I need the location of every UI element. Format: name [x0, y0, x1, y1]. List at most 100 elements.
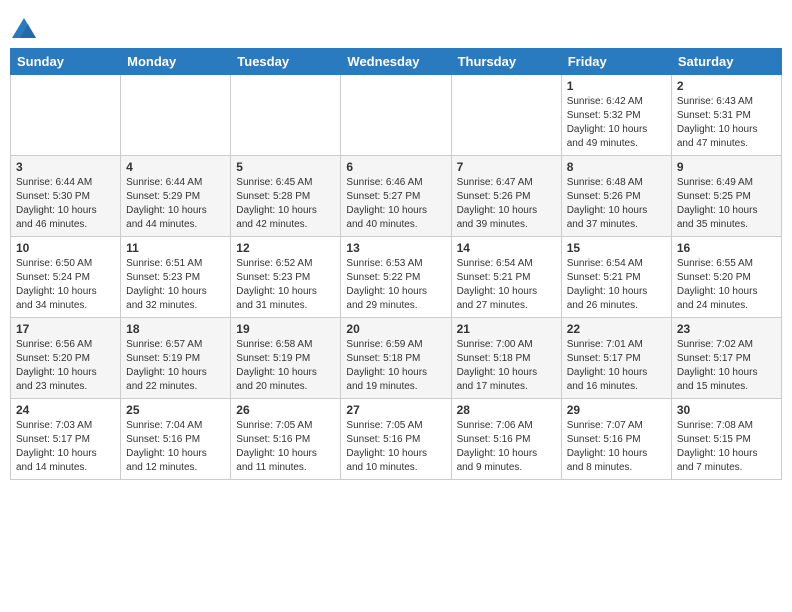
calendar-week-row: 17 Sunrise: 6:56 AM Sunset: 5:20 PM Dayli… [11, 318, 782, 399]
calendar-cell [11, 75, 121, 156]
weekday-header-thursday: Thursday [451, 49, 561, 75]
logo-icon [10, 16, 38, 44]
weekday-header-row: SundayMondayTuesdayWednesdayThursdayFrid… [11, 49, 782, 75]
day-number: 4 [126, 160, 225, 174]
calendar-cell: 26 Sunrise: 7:05 AM Sunset: 5:16 PM Dayli… [231, 399, 341, 480]
day-number: 5 [236, 160, 335, 174]
calendar-body: 1Sunrise: 6:42 AM Sunset: 5:32 PM Daylig… [11, 75, 782, 480]
day-info: Sunrise: 6:43 AM Sunset: 5:31 PM Dayligh… [677, 95, 776, 151]
calendar-cell: 11 Sunrise: 6:51 AM Sunset: 5:23 PM Dayli… [121, 237, 231, 318]
calendar-cell: 3Sunrise: 6:44 AM Sunset: 5:30 PM Daylig… [11, 156, 121, 237]
day-number: 26 [236, 403, 335, 417]
calendar-cell: 16 Sunrise: 6:55 AM Sunset: 5:20 PM Dayli… [671, 237, 781, 318]
calendar-cell: 2 Sunrise: 6:43 AM Sunset: 5:31 PM Daylig… [671, 75, 781, 156]
day-number: 2 [677, 79, 776, 93]
calendar-cell: 5 Sunrise: 6:45 AM Sunset: 5:28 PM Daylig… [231, 156, 341, 237]
day-info: Sunrise: 7:08 AM Sunset: 5:15 PM Dayligh… [677, 419, 776, 475]
calendar-cell [121, 75, 231, 156]
calendar-cell: 10 Sunrise: 6:50 AM Sunset: 5:24 PM Dayli… [11, 237, 121, 318]
day-info: Sunrise: 6:55 AM Sunset: 5:20 PM Dayligh… [677, 257, 776, 313]
weekday-header-friday: Friday [561, 49, 671, 75]
calendar-cell: 4 Sunrise: 6:44 AM Sunset: 5:29 PM Daylig… [121, 156, 231, 237]
day-info: Sunrise: 6:45 AM Sunset: 5:28 PM Dayligh… [236, 176, 335, 232]
day-info: Sunrise: 7:00 AM Sunset: 5:18 PM Dayligh… [457, 338, 556, 394]
day-number: 13 [346, 241, 445, 255]
day-number: 16 [677, 241, 776, 255]
day-info: Sunrise: 6:48 AM Sunset: 5:26 PM Dayligh… [567, 176, 666, 232]
calendar-week-row: 24Sunrise: 7:03 AM Sunset: 5:17 PM Dayli… [11, 399, 782, 480]
day-info: Sunrise: 7:07 AM Sunset: 5:16 PM Dayligh… [567, 419, 666, 475]
day-number: 29 [567, 403, 666, 417]
day-number: 17 [16, 322, 115, 336]
weekday-header-saturday: Saturday [671, 49, 781, 75]
calendar-table: SundayMondayTuesdayWednesdayThursdayFrid… [10, 48, 782, 480]
day-number: 21 [457, 322, 556, 336]
day-number: 30 [677, 403, 776, 417]
calendar-cell: 18 Sunrise: 6:57 AM Sunset: 5:19 PM Dayli… [121, 318, 231, 399]
weekday-header-monday: Monday [121, 49, 231, 75]
calendar-header: SundayMondayTuesdayWednesdayThursdayFrid… [11, 49, 782, 75]
day-info: Sunrise: 7:04 AM Sunset: 5:16 PM Dayligh… [126, 419, 225, 475]
calendar-cell: 14 Sunrise: 6:54 AM Sunset: 5:21 PM Dayli… [451, 237, 561, 318]
day-info: Sunrise: 6:46 AM Sunset: 5:27 PM Dayligh… [346, 176, 445, 232]
day-info: Sunrise: 7:05 AM Sunset: 5:16 PM Dayligh… [346, 419, 445, 475]
day-number: 7 [457, 160, 556, 174]
weekday-header-wednesday: Wednesday [341, 49, 451, 75]
day-info: Sunrise: 6:44 AM Sunset: 5:29 PM Dayligh… [126, 176, 225, 232]
day-number: 27 [346, 403, 445, 417]
day-info: Sunrise: 6:50 AM Sunset: 5:24 PM Dayligh… [16, 257, 115, 313]
day-number: 10 [16, 241, 115, 255]
day-info: Sunrise: 6:49 AM Sunset: 5:25 PM Dayligh… [677, 176, 776, 232]
day-number: 12 [236, 241, 335, 255]
day-number: 6 [346, 160, 445, 174]
day-info: Sunrise: 7:01 AM Sunset: 5:17 PM Dayligh… [567, 338, 666, 394]
day-number: 20 [346, 322, 445, 336]
day-number: 23 [677, 322, 776, 336]
calendar-cell: 28 Sunrise: 7:06 AM Sunset: 5:16 PM Dayli… [451, 399, 561, 480]
day-info: Sunrise: 6:52 AM Sunset: 5:23 PM Dayligh… [236, 257, 335, 313]
calendar-cell: 6 Sunrise: 6:46 AM Sunset: 5:27 PM Daylig… [341, 156, 451, 237]
calendar-cell: 17 Sunrise: 6:56 AM Sunset: 5:20 PM Dayli… [11, 318, 121, 399]
day-number: 24 [16, 403, 115, 417]
calendar-cell: 23 Sunrise: 7:02 AM Sunset: 5:17 PM Dayli… [671, 318, 781, 399]
day-number: 9 [677, 160, 776, 174]
day-info: Sunrise: 6:44 AM Sunset: 5:30 PM Dayligh… [16, 176, 115, 232]
day-info: Sunrise: 7:02 AM Sunset: 5:17 PM Dayligh… [677, 338, 776, 394]
day-info: Sunrise: 6:54 AM Sunset: 5:21 PM Dayligh… [457, 257, 556, 313]
weekday-header-tuesday: Tuesday [231, 49, 341, 75]
calendar-cell [231, 75, 341, 156]
day-info: Sunrise: 6:54 AM Sunset: 5:21 PM Dayligh… [567, 257, 666, 313]
day-number: 18 [126, 322, 225, 336]
calendar-cell: 27 Sunrise: 7:05 AM Sunset: 5:16 PM Dayli… [341, 399, 451, 480]
day-info: Sunrise: 7:05 AM Sunset: 5:16 PM Dayligh… [236, 419, 335, 475]
calendar-cell: 29 Sunrise: 7:07 AM Sunset: 5:16 PM Dayli… [561, 399, 671, 480]
calendar-cell: 7 Sunrise: 6:47 AM Sunset: 5:26 PM Daylig… [451, 156, 561, 237]
calendar-cell: 20 Sunrise: 6:59 AM Sunset: 5:18 PM Dayli… [341, 318, 451, 399]
day-number: 22 [567, 322, 666, 336]
day-number: 25 [126, 403, 225, 417]
day-number: 15 [567, 241, 666, 255]
day-info: Sunrise: 6:57 AM Sunset: 5:19 PM Dayligh… [126, 338, 225, 394]
calendar-week-row: 10 Sunrise: 6:50 AM Sunset: 5:24 PM Dayli… [11, 237, 782, 318]
day-info: Sunrise: 6:56 AM Sunset: 5:20 PM Dayligh… [16, 338, 115, 394]
calendar-cell: 1Sunrise: 6:42 AM Sunset: 5:32 PM Daylig… [561, 75, 671, 156]
calendar-cell: 24Sunrise: 7:03 AM Sunset: 5:17 PM Dayli… [11, 399, 121, 480]
day-info: Sunrise: 6:47 AM Sunset: 5:26 PM Dayligh… [457, 176, 556, 232]
page-header [10, 10, 782, 44]
calendar-cell [341, 75, 451, 156]
day-info: Sunrise: 6:51 AM Sunset: 5:23 PM Dayligh… [126, 257, 225, 313]
calendar-cell: 19Sunrise: 6:58 AM Sunset: 5:19 PM Dayli… [231, 318, 341, 399]
day-info: Sunrise: 7:06 AM Sunset: 5:16 PM Dayligh… [457, 419, 556, 475]
day-number: 28 [457, 403, 556, 417]
day-number: 14 [457, 241, 556, 255]
day-info: Sunrise: 6:59 AM Sunset: 5:18 PM Dayligh… [346, 338, 445, 394]
calendar-cell: 30 Sunrise: 7:08 AM Sunset: 5:15 PM Dayli… [671, 399, 781, 480]
day-number: 8 [567, 160, 666, 174]
day-number: 11 [126, 241, 225, 255]
logo [10, 16, 42, 44]
calendar-cell: 12 Sunrise: 6:52 AM Sunset: 5:23 PM Dayli… [231, 237, 341, 318]
calendar-week-row: 1Sunrise: 6:42 AM Sunset: 5:32 PM Daylig… [11, 75, 782, 156]
calendar-cell [451, 75, 561, 156]
calendar-cell: 15 Sunrise: 6:54 AM Sunset: 5:21 PM Dayli… [561, 237, 671, 318]
calendar-cell: 25 Sunrise: 7:04 AM Sunset: 5:16 PM Dayli… [121, 399, 231, 480]
